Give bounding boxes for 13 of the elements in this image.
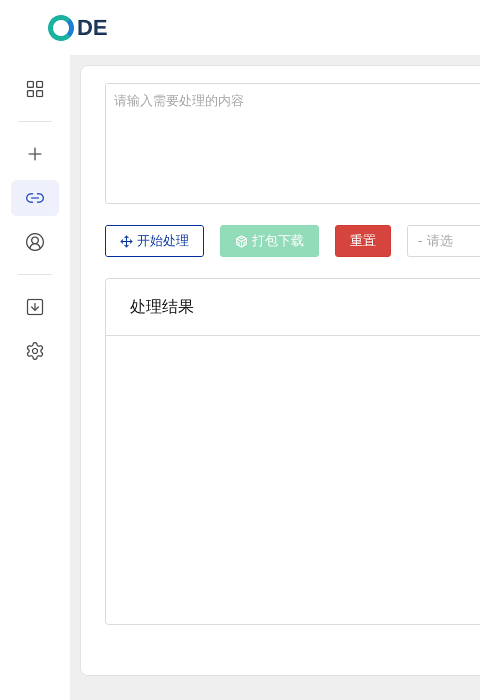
user-icon bbox=[25, 232, 45, 252]
logo-ring-icon bbox=[48, 14, 74, 40]
reset-button[interactable]: 重置 bbox=[335, 225, 391, 257]
result-title: 处理结果 bbox=[130, 296, 194, 318]
input-field[interactable]: 请输入需要处理的内容 bbox=[105, 83, 480, 204]
move-icon bbox=[120, 234, 133, 248]
logo-text: DE bbox=[77, 14, 108, 40]
start-button[interactable]: 开始处理 bbox=[105, 225, 204, 257]
select-field[interactable]: - 请选 bbox=[407, 225, 480, 257]
download-icon bbox=[25, 297, 45, 317]
grid-icon bbox=[25, 79, 45, 99]
sidebar-button[interactable] bbox=[11, 180, 59, 216]
settings-icon bbox=[25, 341, 45, 361]
